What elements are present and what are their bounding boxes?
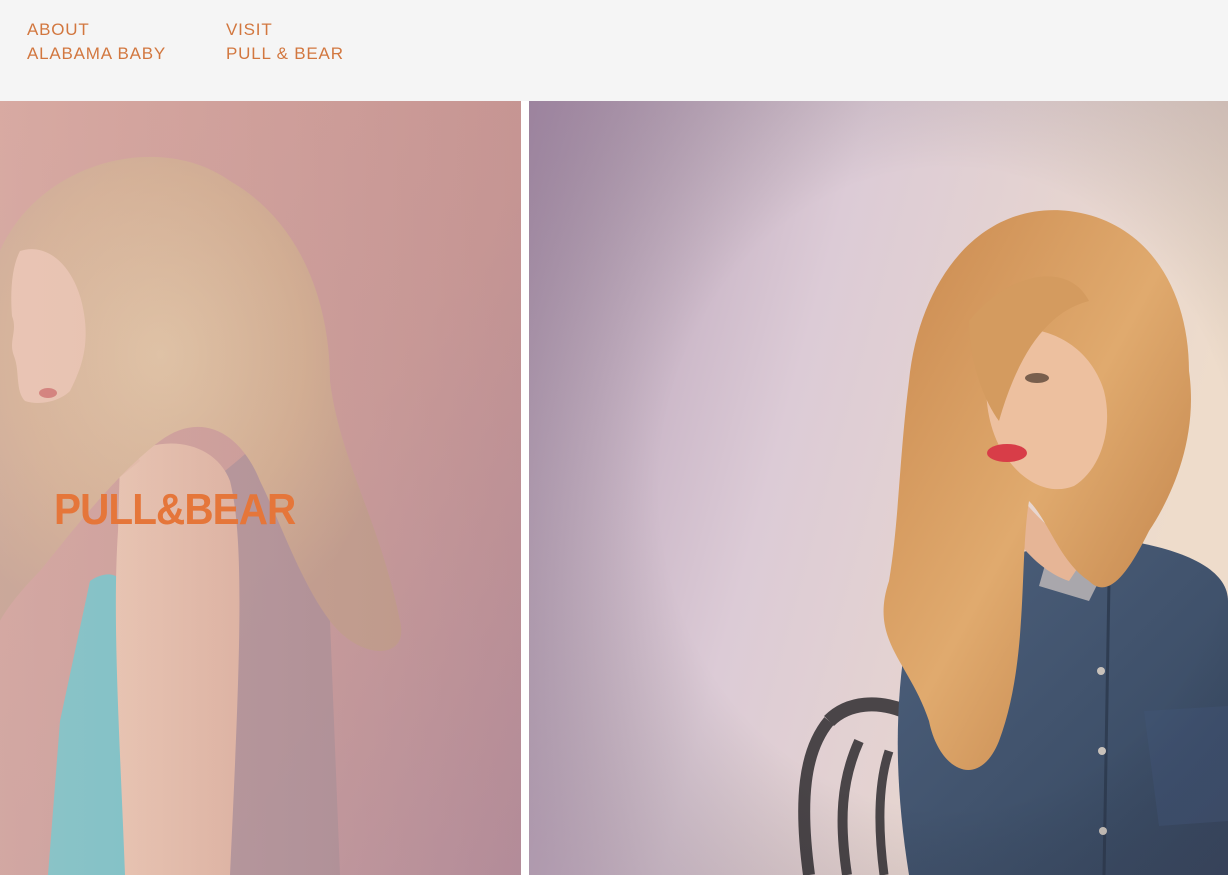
nav-link-visit[interactable]: VISIT (226, 19, 344, 41)
nav-group-about: ABOUT ALABAMA BABY (27, 19, 166, 65)
hero-photo-left[interactable]: PULL&BEAR (0, 101, 521, 875)
model-photo-seated (529, 101, 1228, 875)
nav-group-visit: VISIT PULL & BEAR (226, 19, 344, 65)
hero-photo-right[interactable] (529, 101, 1228, 875)
pull-and-bear-logo: PULL&BEAR (54, 485, 296, 534)
panel-gutter (521, 101, 529, 875)
nav-link-about[interactable]: ABOUT (27, 19, 166, 41)
nav-link-alabama-baby[interactable]: ALABAMA BABY (27, 43, 166, 65)
site-header: ABOUT ALABAMA BABY VISIT PULL & BEAR (0, 0, 1228, 101)
nav-link-pull-and-bear[interactable]: PULL & BEAR (226, 43, 344, 65)
